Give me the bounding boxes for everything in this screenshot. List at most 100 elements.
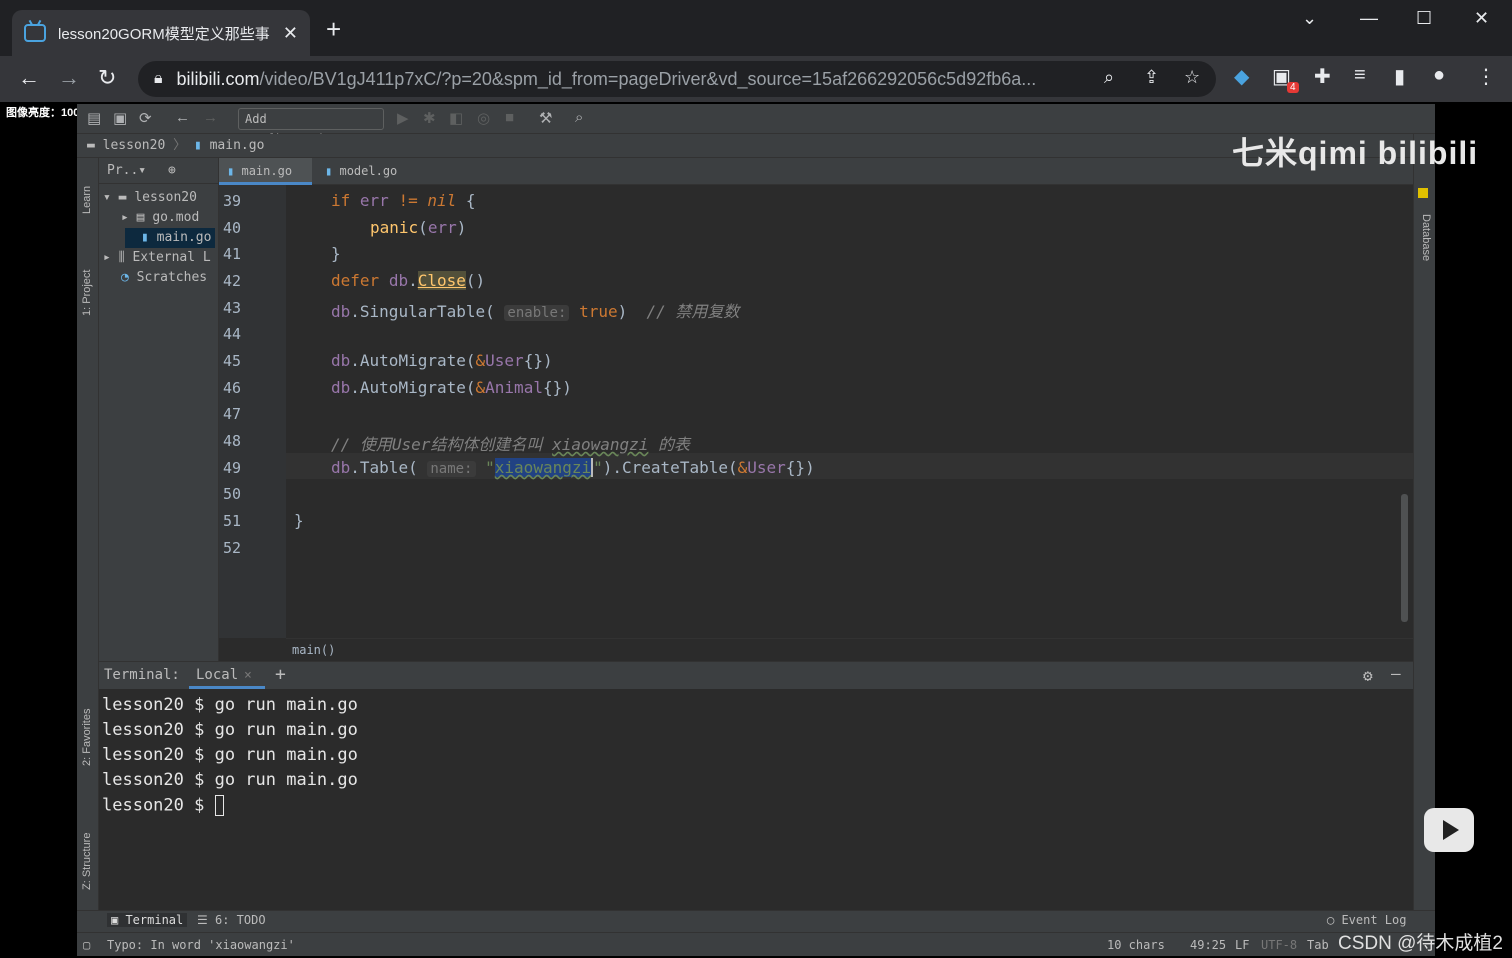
warning-marker-icon[interactable] [1418,188,1428,198]
bookmark-star-icon[interactable]: ☆ [1184,67,1200,88]
line-number: 47 [223,405,242,423]
breadcrumb-file[interactable]: main.go [210,138,265,153]
forward-icon[interactable]: → [203,109,218,126]
profile-icon[interactable]: ◎ [477,109,490,127]
terminal-tool-tab[interactable]: ▣ Terminal [107,913,188,927]
param-hint: name: [427,461,476,477]
project-panel-header[interactable]: Pr..▾ ⊕ [99,158,218,184]
run-icon[interactable]: ▶ [397,109,409,127]
minimize-button[interactable]: — [1360,8,1378,29]
code-line-40: panic(err) [370,218,467,237]
file-encoding[interactable]: UTF-8 [1261,933,1297,956]
tree-item-external-libraries[interactable]: ▸ ⫼ External L [103,248,217,268]
debug-icon[interactable]: ✱ [423,109,436,127]
code-line-51: } [294,511,304,530]
extensions-puzzle-icon[interactable]: ✚ [1314,64,1331,89]
code-editor[interactable]: if err != nil { panic(err) } defer db.Cl… [286,185,1413,638]
code-line-49: db.Table( name: "xiaowangzi ").CreateTabl… [331,458,815,477]
stop-icon[interactable]: ■ [505,109,514,126]
open-folder-icon[interactable]: ▤ [87,109,101,127]
tree-item-go-mod[interactable]: ▸ ▤ go.mod [121,208,199,228]
line-number: 44 [223,325,242,343]
url-text[interactable]: bilibili.com/video/BV1gJ411p7xC/?p=20&sp… [177,69,1087,90]
tree-item-scratches[interactable]: ◔ Scratches [121,268,207,288]
tab-search-icon[interactable]: ⌄ [1302,8,1317,29]
todo-tool-tab[interactable]: ☰ 6: TODO [197,913,266,927]
function-breadcrumb[interactable]: main() [286,638,1413,661]
param-hint: enable: [504,305,570,321]
learn-tool-tab[interactable]: Learn [81,186,93,214]
tab-main-go[interactable]: ▮ main.go × [219,158,312,205]
line-number-gutter: 39 40 41 42 43 44 45 46 47 48 49 50 51 5… [219,185,286,638]
browser-tab[interactable]: lesson20GORM模型定义那些事 ✕ [12,10,310,56]
line-number: 50 [223,485,242,503]
coverage-icon[interactable]: ◧ [449,109,463,127]
tab-model-go[interactable]: ▮ model.go × [317,158,409,205]
favorites-tool-tab[interactable]: 2: Favorites [81,709,93,766]
menu-kebab-icon[interactable]: ⋮ [1476,64,1496,89]
share-icon[interactable]: ⇪ [1144,67,1159,88]
terminal-output[interactable]: lesson20 $ go run main.go lesson20 $ go … [99,689,1399,909]
terminal-tab-close[interactable]: × [244,668,252,683]
terminal-settings-gear-icon[interactable]: ⚙ [1363,666,1373,685]
save-icon[interactable]: ▣ [113,109,127,127]
line-number: 42 [223,272,242,290]
ide-window: ▤ ▣ ⟳ ← → Add Configuration... ▶ ✱ ◧ ◎ ■… [77,104,1435,956]
tree-item-lesson20[interactable]: ▾ ▬ lesson20 [103,188,197,208]
code-line-41: } [331,244,341,263]
search-icon[interactable]: ⌕ [575,109,583,126]
line-separator[interactable]: LF [1235,933,1249,956]
terminal-line: lesson20 $ go run main.go [102,720,358,740]
sync-icon[interactable]: ⟳ [139,109,152,127]
forward-arrow-icon[interactable]: → [58,64,80,92]
go-file-icon: ▮ [193,138,202,153]
video-play-icon[interactable] [1424,808,1474,852]
close-window-button[interactable]: ✕ [1474,8,1489,29]
terminal-cursor [214,795,224,816]
new-terminal-button[interactable]: + [275,664,286,685]
terminal-tab-label[interactable]: Local [196,667,238,683]
code-line-42: defer db.Close() [331,271,486,290]
code-line-46: db.AutoMigrate(&Animal{}) [331,378,572,397]
breadcrumb-project[interactable]: lesson20 [103,138,166,153]
tab-close-button[interactable]: ✕ [283,23,298,44]
database-tool-tab[interactable]: Database [1420,214,1432,261]
extension-diamond-icon[interactable]: ◆ [1234,64,1249,89]
settings-wrench-icon[interactable]: ⚒ [539,109,552,127]
caret-position[interactable]: 49:25 [1190,933,1226,956]
code-line-39: if err != nil { [331,191,476,210]
tree-item-main-go[interactable]: ▮ main.go [125,228,215,248]
status-message[interactable]: Typo: In word 'xiaowangzi' [107,933,295,956]
terminal-prompt-line[interactable]: lesson20 $ [102,795,224,816]
add-configuration-button[interactable]: Add Configuration... [238,108,384,146]
terminal-line: lesson20 $ go run main.go [102,770,358,790]
back-icon[interactable]: ← [175,109,190,126]
reading-list-icon[interactable]: ≡ [1354,64,1366,87]
indent-setting[interactable]: Tab [1307,933,1329,956]
terminal-scrollbar[interactable] [1399,689,1413,909]
code-line-43: db.SingularTable( enable: true) // 禁用复数 [331,302,740,321]
back-arrow-icon[interactable]: ← [18,64,40,92]
side-panel-icon[interactable]: ▮ [1394,64,1405,89]
reload-icon[interactable]: ↻ [98,64,116,92]
terminal-hide-icon[interactable]: — [1391,664,1401,683]
terminal-line: lesson20 $ go run main.go [102,695,358,715]
right-tool-strip: Database [1413,134,1435,910]
line-number: 41 [223,245,242,263]
project-tool-tab[interactable]: 1: Project [81,270,93,316]
bilibili-watermark: 七米qimi bilibili [1232,135,1479,171]
zoom-icon[interactable]: ⌕ [1104,67,1114,88]
maximize-button[interactable]: ☐ [1416,8,1432,29]
locate-icon[interactable]: ⊕ [168,163,176,178]
browser-tab-bar: lesson20GORM模型定义那些事 ✕ + ⌄ — ☐ ✕ [0,0,1512,56]
editor-scrollbar[interactable] [1401,494,1408,622]
status-toggle-icon[interactable]: ▢ [83,933,90,956]
profile-avatar-icon[interactable]: ● [1433,64,1445,87]
bilibili-favicon-icon [24,24,46,42]
lock-icon[interactable]: 🔒︎ [154,70,163,88]
structure-tool-tab[interactable]: Z: Structure [81,833,93,890]
address-bar[interactable]: 🔒︎ bilibili.com/video/BV1gJ411p7xC/?p=20… [138,61,1216,97]
line-number: 51 [223,512,242,530]
new-tab-button[interactable]: + [326,16,341,42]
event-log-tab[interactable]: ◯ Event Log [1327,913,1406,927]
